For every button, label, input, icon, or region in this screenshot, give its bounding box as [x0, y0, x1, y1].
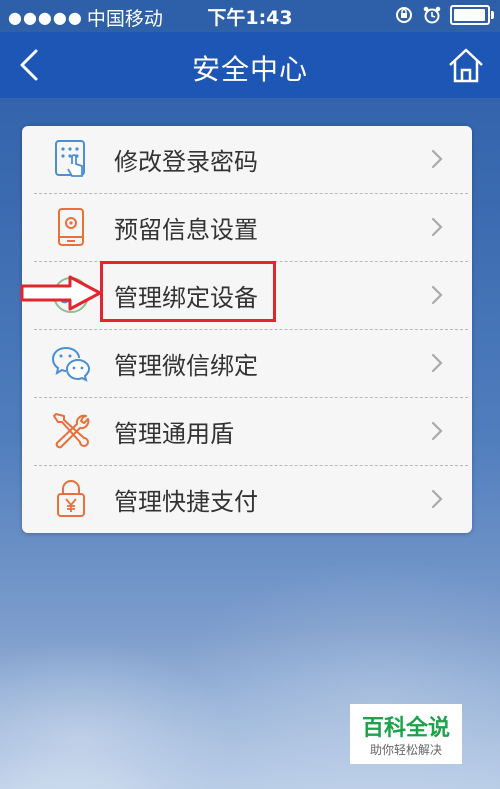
page-title: 安全中心 — [191, 53, 308, 86]
alarm-icon — [423, 6, 441, 24]
annotation-arrow-icon — [20, 275, 102, 311]
menu-item-label: 管理通用盾 — [114, 420, 234, 448]
home-icon[interactable] — [446, 45, 486, 85]
keypad-icon — [55, 140, 85, 177]
menu-item-label: 管理快捷支付 — [114, 488, 258, 516]
rotation-lock-icon — [396, 7, 412, 23]
lock-yuan-icon — [57, 480, 85, 517]
chevron-right-icon — [431, 489, 443, 509]
chevron-right-icon — [431, 421, 443, 441]
menu-item-quick-pay[interactable]: 管理快捷支付 — [22, 466, 472, 533]
menu-item-label: 预留信息设置 — [114, 216, 258, 244]
annotation-highlight-box — [100, 261, 276, 322]
battery-level — [454, 9, 485, 21]
watermark-subtitle: 助你轻松解决 — [369, 743, 442, 757]
wechat-icon — [51, 347, 91, 382]
chevron-right-icon — [431, 353, 443, 373]
menu-item-label: 管理微信绑定 — [114, 352, 258, 380]
status-bar: ●●●●● 中国移动 下午1:43 — [0, 0, 500, 32]
tools-icon — [53, 413, 90, 449]
menu-item-reserved-info[interactable]: 预留信息设置 — [22, 194, 472, 261]
menu-item-wechat-binding[interactable]: 管理微信绑定 — [22, 330, 472, 397]
nav-bar: 安全中心 — [0, 32, 500, 98]
battery-icon — [450, 5, 494, 25]
security-menu-card: 修改登录密码 预留信息设置 管理绑定设备 管理微信绑定 管理通用盾 管理快捷支付 — [22, 126, 472, 533]
chevron-right-icon — [431, 217, 443, 237]
menu-item-usb-shield[interactable]: 管理通用盾 — [22, 398, 472, 465]
menu-item-change-password[interactable]: 修改登录密码 — [22, 126, 472, 193]
menu-item-label: 修改登录密码 — [114, 148, 258, 176]
chevron-right-icon — [431, 149, 443, 169]
phone-settings-icon — [58, 208, 84, 246]
watermark-logo: 百科全说 助你轻松解决 — [350, 704, 462, 764]
chevron-right-icon — [431, 285, 443, 305]
watermark-title: 百科全说 — [361, 716, 450, 741]
